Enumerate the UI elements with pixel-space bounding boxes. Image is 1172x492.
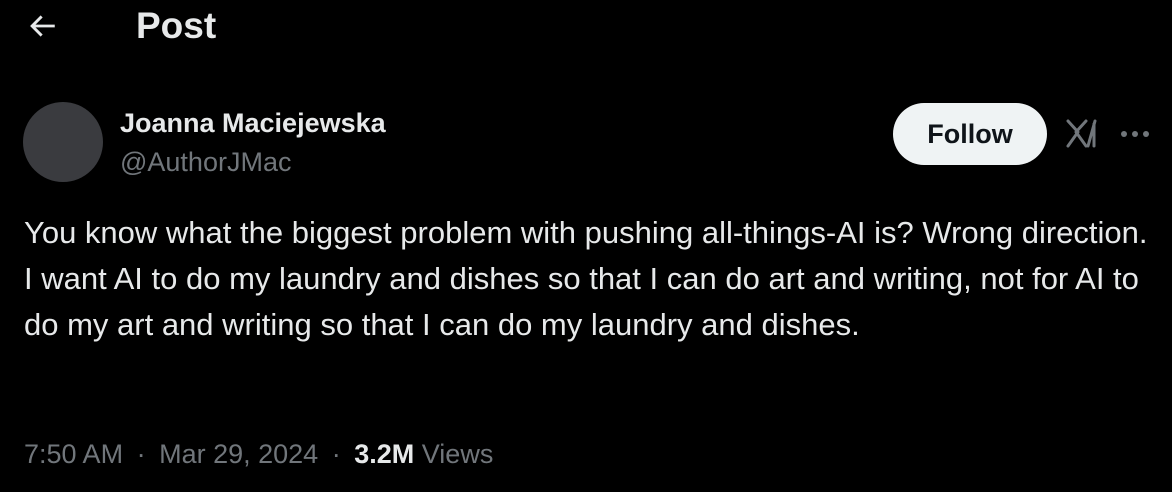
page-title: Post (136, 5, 217, 46)
meta-separator: · (136, 439, 146, 469)
meta-separator: · (331, 439, 341, 469)
tweet-meta: 7:50 AM · Mar 29, 2024 · 3.2M Views (24, 434, 493, 474)
arrow-left-icon (30, 15, 55, 37)
page-header: Post (0, 0, 1172, 56)
post-date[interactable]: Mar 29, 2024 (159, 439, 318, 469)
avatar[interactable] (23, 102, 103, 182)
back-button[interactable] (22, 6, 62, 46)
author-handle[interactable]: @AuthorJMac (120, 145, 291, 179)
author-display-name[interactable]: Joanna Maciejewska (120, 106, 386, 140)
tweet-paragraph: You know what the biggest problem with p… (24, 215, 1148, 250)
views-count: 3.2M (354, 439, 415, 469)
grok-icon[interactable] (1064, 116, 1100, 152)
tweet-paragraph: I want AI to do my laundry and dishes so… (24, 261, 1139, 342)
tweet-text: You know what the biggest problem with p… (24, 210, 1160, 348)
follow-button[interactable]: Follow (893, 103, 1047, 165)
post-time[interactable]: 7:50 AM (24, 439, 123, 469)
views-label: Views (421, 439, 494, 469)
more-horizontal-icon[interactable] (1118, 118, 1152, 150)
